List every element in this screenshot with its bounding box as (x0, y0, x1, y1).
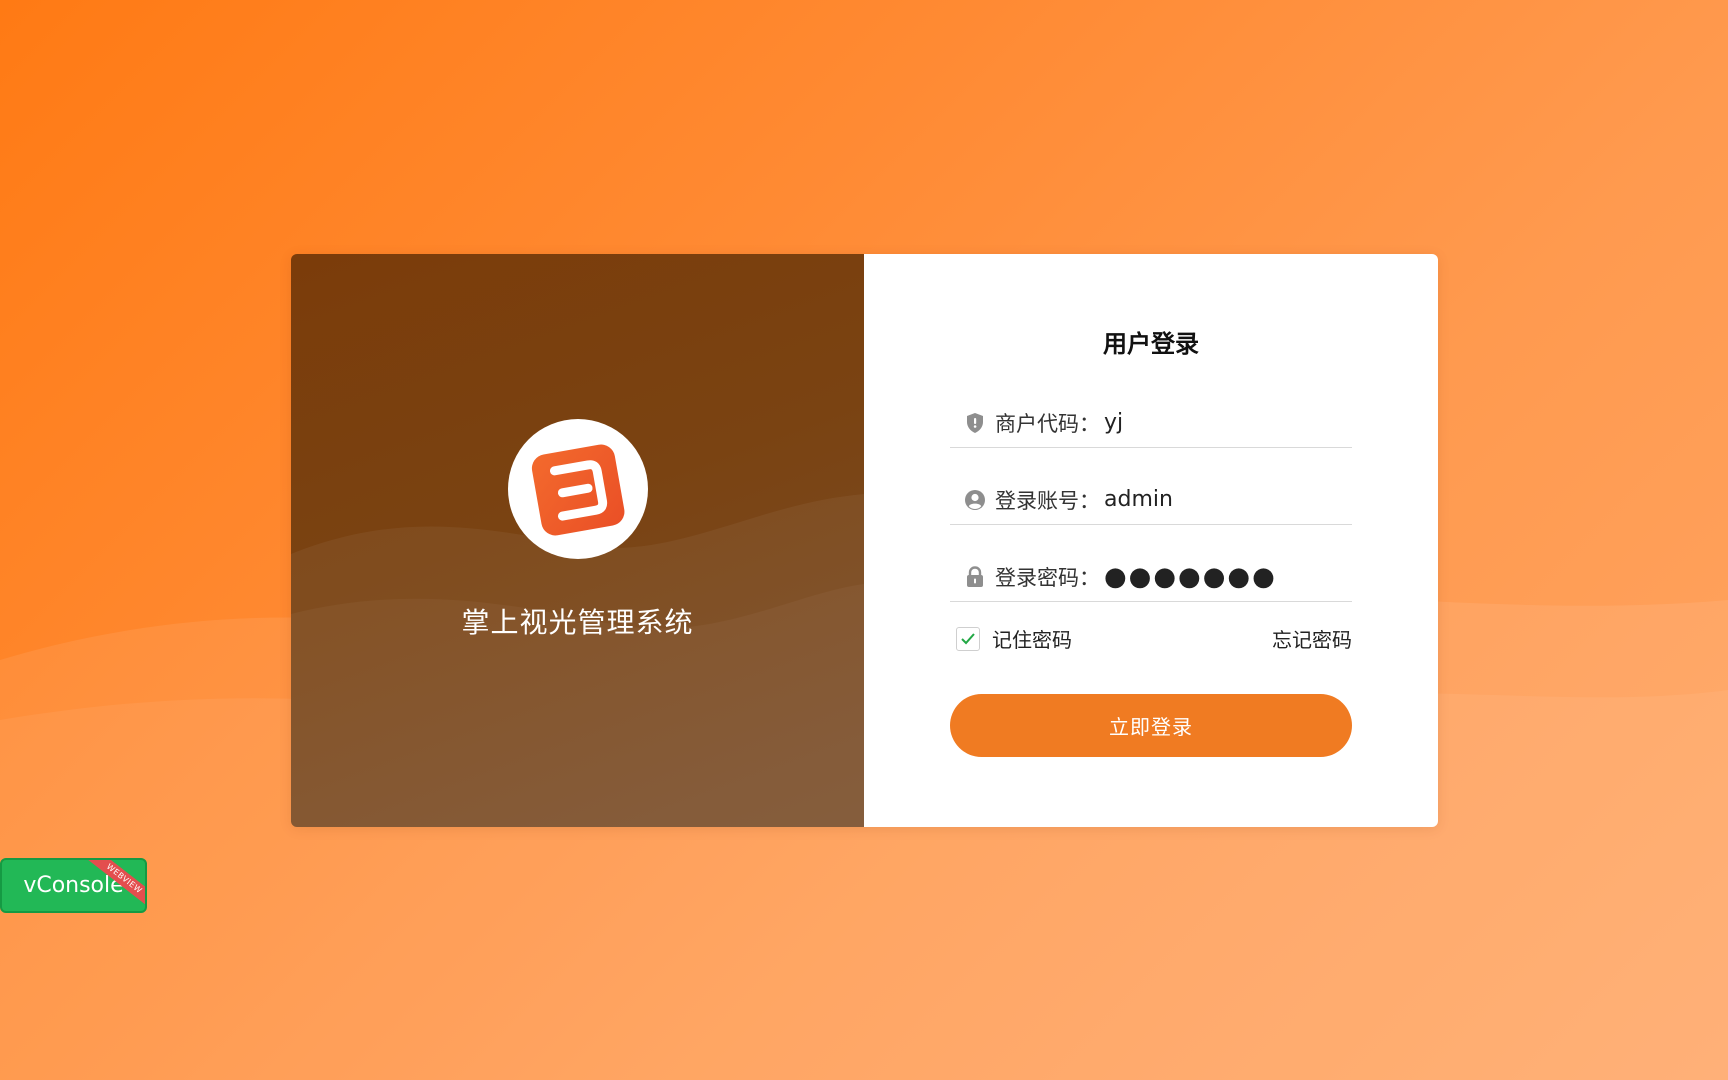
account-field[interactable]: 登录账号： (950, 475, 1352, 525)
password-label: 登录密码： (995, 565, 1100, 590)
password-input[interactable] (1104, 561, 1324, 592)
options-row: 记住密码 忘记密码 (950, 624, 1352, 653)
remember-password-label: 记住密码 (992, 628, 1072, 652)
vconsole-button[interactable]: vConsole WEBVIEW (0, 858, 147, 913)
forgot-password-link[interactable]: 忘记密码 (1272, 624, 1352, 653)
login-card: 掌上视光管理系统 用户登录 商户代码： 登录账 (291, 254, 1438, 827)
remember-checkbox[interactable] (956, 626, 980, 651)
app-logo (507, 418, 648, 559)
login-button[interactable]: 立即登录 (950, 694, 1352, 757)
document-logo-icon (531, 444, 624, 535)
merchant-code-field[interactable]: 商户代码： (950, 398, 1352, 448)
lock-icon (964, 565, 986, 588)
shield-icon (964, 412, 986, 434)
merchant-code-label: 商户代码： (995, 411, 1100, 436)
remember-password-toggle[interactable]: 记住密码 (950, 624, 1072, 653)
account-label: 登录账号： (995, 488, 1100, 513)
login-form-panel: 用户登录 商户代码： 登录账号： (864, 254, 1438, 827)
password-field[interactable]: 登录密码： (950, 552, 1352, 602)
vconsole-label: vConsole (23, 873, 124, 898)
user-icon (964, 489, 986, 511)
brand-panel: 掌上视光管理系统 (291, 254, 864, 827)
form-title: 用户登录 (1103, 330, 1199, 358)
checkmark-icon (961, 632, 975, 644)
app-name: 掌上视光管理系统 (461, 605, 694, 639)
account-input[interactable] (1104, 487, 1324, 512)
merchant-code-input[interactable] (1104, 410, 1324, 435)
